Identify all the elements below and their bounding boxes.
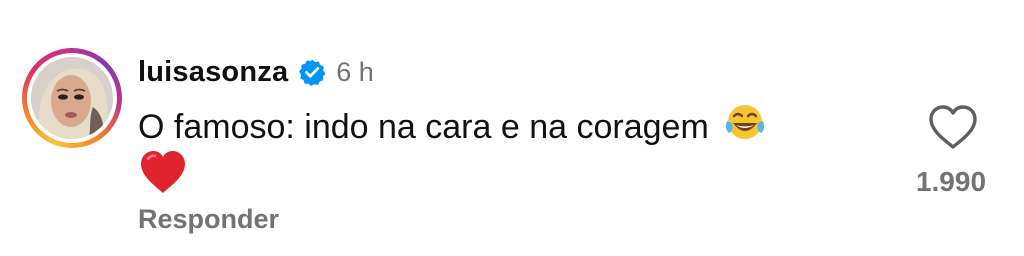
face-with-tears-of-joy-icon — [725, 105, 764, 140]
comment-body: O famoso: indo na cara e na coragem — [138, 104, 858, 195]
username[interactable]: luisasonza — [138, 56, 288, 89]
avatar-image — [31, 57, 113, 139]
red-heart-icon — [141, 151, 185, 194]
heart-outline-icon[interactable] — [926, 102, 980, 152]
verified-badge-icon — [299, 59, 326, 86]
story-ring[interactable] — [22, 48, 122, 148]
comment-header: luisasonza 6 h — [138, 52, 374, 92]
like-count: 1.990 — [915, 166, 987, 197]
avatar[interactable] — [31, 57, 113, 139]
comment-timestamp: 6 h — [336, 56, 374, 87]
reply-button[interactable]: Responder — [138, 204, 279, 235]
comment-text: O famoso: indo na cara e na coragem — [138, 108, 709, 146]
comment: luisasonza 6 h O famoso: indo na cara e … — [0, 0, 1024, 256]
avatar-gap — [27, 53, 117, 143]
